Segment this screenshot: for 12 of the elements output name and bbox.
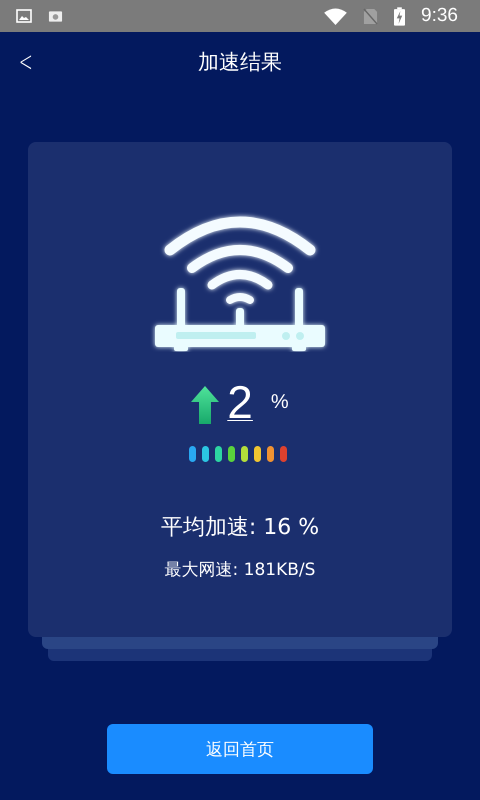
no-sim-icon — [363, 8, 378, 24]
battery-icon — [394, 6, 406, 26]
back-button[interactable]: < — [16, 44, 36, 80]
percent-unit: % — [270, 390, 289, 414]
clock-time: 9:36 — [421, 5, 458, 27]
image-icon — [16, 9, 32, 23]
wifi-icon — [324, 8, 348, 24]
page-title: 加速结果 — [198, 49, 282, 76]
boost-value: 2 — [227, 380, 253, 424]
up-arrow-icon — [191, 386, 220, 424]
average-boost-text: 平均加速: 16 % — [160, 514, 320, 542]
max-speed-text: 最大网速: 181KB/S — [164, 559, 316, 581]
